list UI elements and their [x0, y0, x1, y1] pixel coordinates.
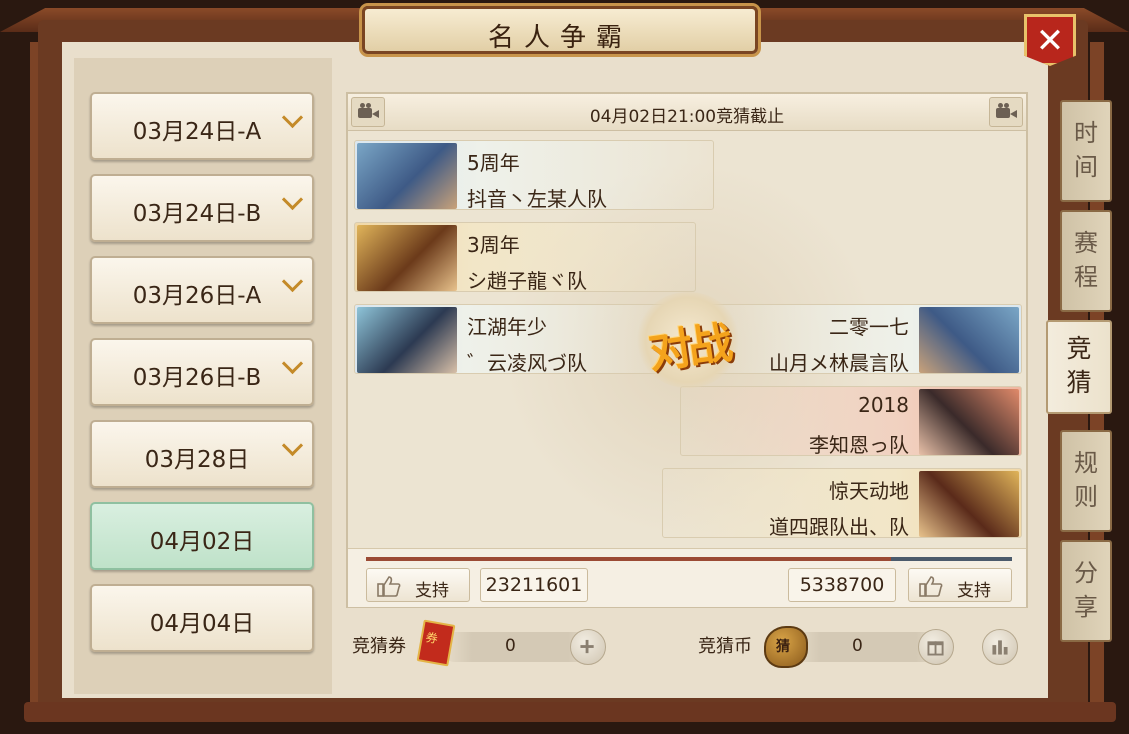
bar-chart-icon	[992, 640, 1008, 655]
tab-label: 时间	[1074, 119, 1098, 181]
vs-label: 对战	[645, 317, 732, 380]
date-label: 03月24日-B	[132, 201, 262, 227]
date-item-0324a[interactable]: 03月24日-A	[90, 92, 314, 160]
thumbs-up-icon	[919, 576, 943, 597]
camera-icon[interactable]	[351, 97, 385, 127]
gift-button[interactable]	[918, 629, 954, 665]
support-count-left: 23211601	[480, 568, 588, 602]
support-ratio-bar-right	[891, 557, 1012, 561]
support-count-right: 5338700	[788, 568, 896, 602]
plus-icon	[580, 639, 594, 654]
support-left-button[interactable]: 支持	[366, 568, 470, 602]
gift-icon	[927, 641, 944, 656]
date-item-0402[interactable]: 04月02日	[90, 502, 314, 570]
team-name: 李知恩っ队	[809, 433, 909, 457]
team-card-left-3[interactable]: 江湖年少 ゛云凌风づ队	[354, 304, 674, 375]
team-card-left-1[interactable]: 5周年 抖音丶左某人队	[354, 140, 714, 211]
date-label: 03月26日-B	[132, 365, 262, 391]
vs-emblem: 对战	[636, 292, 740, 388]
hero-portrait	[919, 389, 1019, 455]
date-label: 03月26日-A	[132, 283, 262, 309]
title-plate: 名人争霸	[362, 6, 758, 54]
date-label: 03月24日-A	[132, 119, 262, 145]
date-label: 04月02日	[149, 529, 255, 555]
team-seed: 江湖年少	[467, 315, 547, 339]
hero-portrait	[357, 143, 457, 209]
hero-portrait	[357, 307, 457, 373]
deadline-text: 04月02日21:00竞猜截止	[589, 107, 785, 127]
team-seed: 惊天动地	[829, 479, 909, 503]
ticket-label: 竞猜券	[352, 636, 406, 657]
support-label: 支持	[957, 581, 991, 601]
coin-value: 0	[852, 636, 863, 656]
date-item-0328[interactable]: 03月28日	[90, 420, 314, 488]
hero-portrait	[357, 225, 457, 291]
hero-portrait	[919, 471, 1019, 537]
coin-glyph: 猜	[776, 639, 790, 655]
tab-share[interactable]: 分享	[1060, 540, 1112, 642]
support-label: 支持	[415, 581, 449, 601]
ticket-value: 0	[505, 636, 516, 656]
tab-label: 规则	[1074, 449, 1098, 511]
support-right-button[interactable]: 支持	[908, 568, 1012, 602]
team-card-left-2[interactable]: 3周年 シ趙子龍ヾ队	[354, 222, 696, 293]
add-ticket-button[interactable]	[570, 629, 606, 665]
support-ratio-bar-left	[366, 557, 891, 561]
team-name: 山月メ林晨言队	[769, 351, 909, 375]
close-icon: ✕	[1035, 21, 1065, 61]
team-name: ゛云凌风づ队	[467, 351, 587, 375]
date-label: 04月04日	[149, 611, 255, 637]
date-label: 03月28日	[144, 447, 250, 473]
team-card-right-3[interactable]: 惊天动地 道四跟队出、队	[662, 468, 1022, 539]
hero-portrait	[919, 307, 1019, 373]
coin-icon: 猜	[764, 626, 808, 668]
date-item-0326a[interactable]: 03月26日-A	[90, 256, 314, 324]
team-seed: 3周年	[467, 233, 520, 257]
thumbs-up-icon	[377, 576, 401, 597]
team-name: シ趙子龍ヾ队	[467, 269, 587, 293]
team-name: 道四跟队出、队	[769, 515, 909, 539]
date-item-0324b[interactable]: 03月24日-B	[90, 174, 314, 242]
team-seed: 二零一七	[829, 315, 909, 339]
ranking-button[interactable]	[982, 629, 1018, 665]
camera-icon[interactable]	[989, 97, 1023, 127]
tab-label: 分享	[1074, 559, 1098, 621]
team-seed: 5周年	[467, 151, 520, 175]
tab-label: 竞猜	[1066, 334, 1092, 397]
floor-decoration	[24, 702, 1116, 722]
tab-time[interactable]: 时间	[1060, 100, 1112, 202]
team-card-right-2[interactable]: 2018 李知恩っ队	[680, 386, 1022, 457]
tab-label: 赛程	[1074, 229, 1098, 291]
team-name: 抖音丶左某人队	[467, 187, 607, 211]
coin-label: 竞猜币	[698, 636, 752, 657]
tab-schedule[interactable]: 赛程	[1060, 210, 1112, 312]
tab-betting[interactable]: 竞猜	[1046, 320, 1112, 414]
tab-rules[interactable]: 规则	[1060, 430, 1112, 532]
team-card-right-1[interactable]: 二零一七 山月メ林晨言队	[700, 304, 1022, 375]
team-seed: 2018	[858, 393, 909, 417]
deadline-header: 04月02日21:00竞猜截止	[348, 94, 1026, 131]
date-item-0326b[interactable]: 03月26日-B	[90, 338, 314, 406]
close-button[interactable]: ✕	[1024, 14, 1076, 66]
ticket-glyph: 券	[424, 630, 439, 647]
page-title: 名人争霸	[487, 23, 632, 53]
date-item-0404[interactable]: 04月04日	[90, 584, 314, 652]
